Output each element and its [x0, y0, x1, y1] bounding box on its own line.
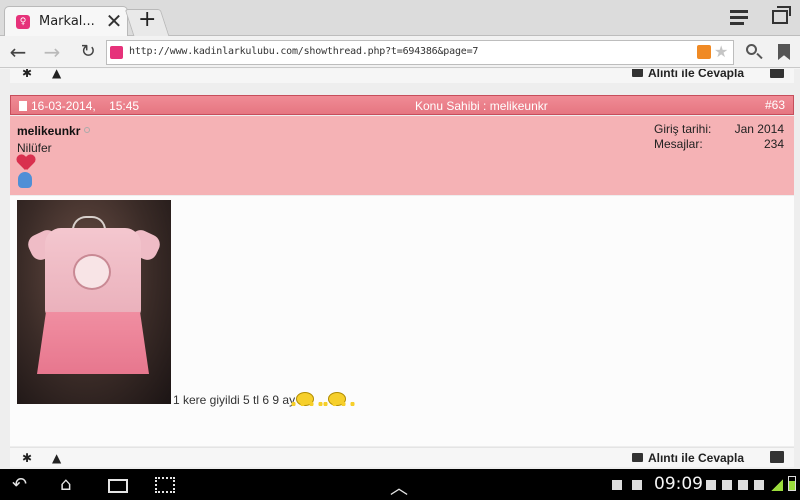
notification-icon: [612, 480, 622, 490]
join-date-label: Giriş tarihi:: [654, 122, 712, 136]
plus-icon[interactable]: +: [138, 6, 156, 32]
site-favicon-icon: ♀: [16, 15, 30, 29]
forward-arrow-icon[interactable]: →: [40, 40, 64, 64]
messages-value: 234: [763, 137, 784, 151]
tab-title: Markal...: [39, 14, 95, 29]
thread-owner-label: Konu Sahibi : melikeunkr: [415, 99, 548, 113]
windows-icon[interactable]: [772, 6, 791, 24]
asterisk-icon[interactable]: ✱: [22, 69, 32, 80]
bookmark-icon[interactable]: [778, 44, 790, 60]
alarm-icon: [722, 480, 732, 490]
signal-icon: [771, 479, 783, 491]
speech-bubble-icon: [631, 453, 643, 463]
recent-apps-icon[interactable]: [108, 479, 128, 493]
warning-icon[interactable]: ▲: [52, 451, 61, 465]
bluetooth-icon: [706, 480, 716, 490]
post-tools-bar: ✱ ▲ Alıntı ile Cevapla: [10, 69, 794, 83]
browser-tab[interactable]: ♀ Markal... ✕: [4, 6, 128, 36]
back-arrow-icon[interactable]: ←: [6, 40, 30, 64]
post-photo[interactable]: [17, 200, 171, 404]
reply-with-quote-link[interactable]: Alıntı ile Cevapla: [631, 451, 744, 465]
tab-strip: ♀ Markal... ✕ +: [0, 0, 800, 36]
url-input[interactable]: http://www.kadinlarkulubu.com/showthread…: [106, 40, 734, 65]
warning-icon[interactable]: ▲: [52, 69, 61, 80]
post-date: 16-03-2014, 15:45: [31, 99, 140, 113]
chevron-up-icon[interactable]: ︿: [390, 474, 408, 500]
join-date-value: Jan 2014: [734, 122, 784, 136]
post-tools-bar: ✱ ▲ Alıntı ile Cevapla: [10, 447, 794, 467]
post-caption: 1 kere giyildi 5 tl 6 9 ay: [173, 392, 359, 407]
system-home-icon[interactable]: ⌂: [60, 474, 71, 495]
system-bar: ↶ ⌂ ︿ 09:09: [0, 469, 800, 500]
rss-icon[interactable]: [697, 45, 711, 59]
smiley-icon: [321, 392, 356, 407]
smiley-icon: [289, 392, 324, 407]
web-page: ✱ ▲ Alıntı ile Cevapla 16-03-2014, 15:45…: [0, 69, 800, 469]
screenshot-icon[interactable]: [155, 477, 175, 493]
speech-bubble-icon: [631, 69, 643, 78]
post-body: 1 kere giyildi 5 tl 6 9 ay: [10, 196, 794, 446]
multi-quote-icon[interactable]: [770, 451, 784, 463]
close-tab-icon[interactable]: ✕: [104, 10, 124, 32]
url-text: http://www.kadinlarkulubu.com/showthread…: [129, 46, 479, 57]
site-favicon-icon: [110, 46, 123, 59]
menu-icon[interactable]: [730, 10, 748, 26]
user-stats: Giriş tarihi: Jan 2014 Mesajlar: 234: [654, 122, 784, 152]
wifi-icon: [754, 480, 764, 490]
system-clock: 09:09: [654, 474, 703, 494]
battery-icon: [788, 476, 796, 491]
post-header: 16-03-2014, 15:45 Konu Sahibi : melikeun…: [10, 95, 794, 115]
reply-with-quote-link[interactable]: Alıntı ile Cevapla: [631, 69, 744, 80]
pen-icon: [632, 480, 642, 490]
heart-icon: [17, 155, 35, 171]
post-doc-icon: [19, 101, 27, 111]
post-number-link[interactable]: #63: [765, 98, 785, 112]
username-link[interactable]: melikeunkr: [17, 124, 80, 138]
asterisk-icon[interactable]: ✱: [22, 451, 32, 465]
system-back-icon[interactable]: ↶: [12, 474, 27, 495]
baby-icon: [18, 172, 32, 188]
search-icon[interactable]: [742, 40, 766, 64]
star-icon[interactable]: ★: [714, 42, 728, 61]
reload-icon[interactable]: ↻: [76, 40, 100, 64]
user-title: Nilüfer: [17, 141, 52, 155]
multi-quote-icon[interactable]: [770, 69, 784, 78]
address-bar: ← → ↻ http://www.kadinlarkulubu.com/show…: [0, 36, 800, 68]
user-info-panel: melikeunkr Nilüfer Giriş tarihi: Jan 2014…: [10, 116, 794, 195]
offline-status-icon: [84, 127, 90, 133]
sync-icon: [738, 480, 748, 490]
messages-label: Mesajlar:: [654, 137, 703, 151]
